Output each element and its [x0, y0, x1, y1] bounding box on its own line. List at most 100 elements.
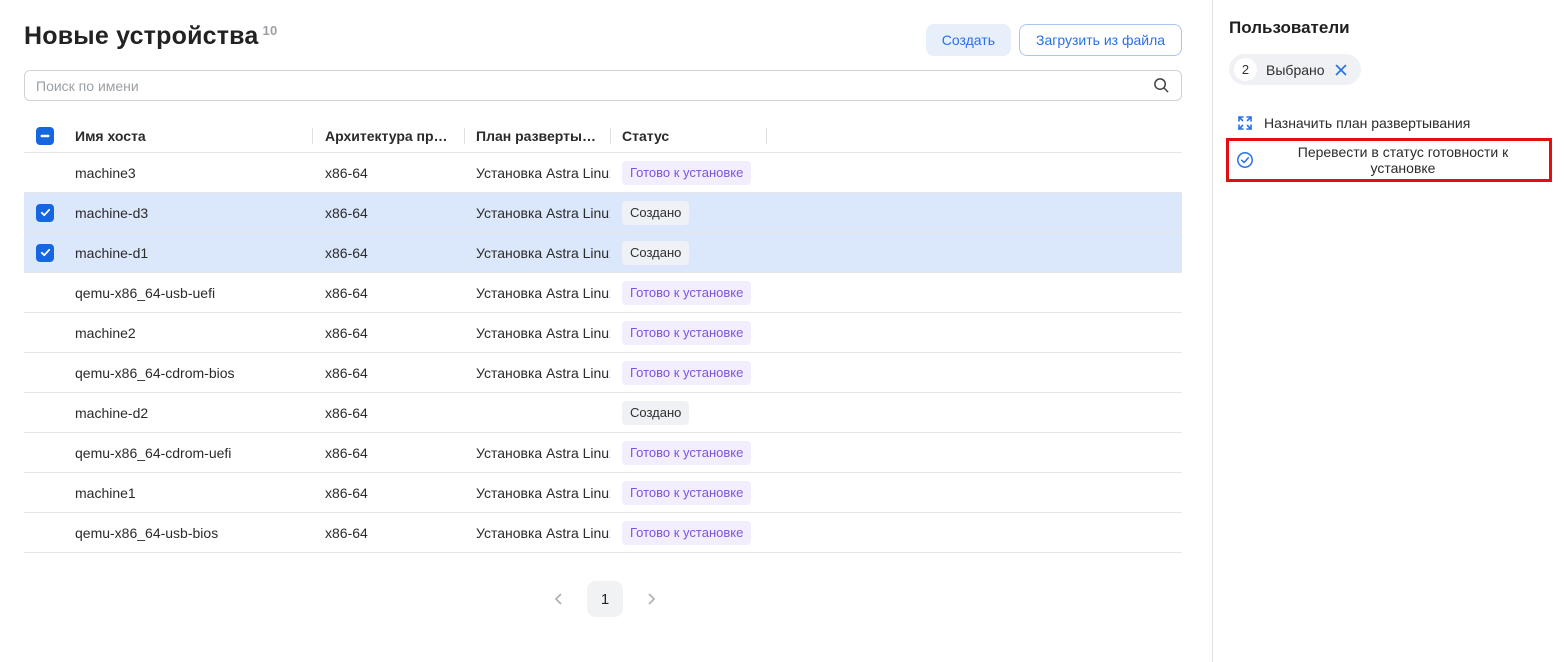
host-cell: machine1	[66, 473, 312, 512]
host-cell: machine3	[66, 153, 312, 192]
status-badge: Готово к установке	[622, 521, 751, 545]
plan-cell: Установка Astra Linux	[464, 153, 610, 192]
prev-page-button[interactable]	[547, 587, 571, 611]
close-icon	[1334, 63, 1348, 77]
plan-cell: Установка Astra Linux	[464, 313, 610, 352]
empty-cell	[766, 273, 1182, 312]
arch-cell: x86-64	[312, 393, 464, 432]
status-badge: Готово к установке	[622, 481, 751, 505]
plan-cell: Установка Astra Linux	[464, 473, 610, 512]
arch-cell: x86-64	[312, 473, 464, 512]
row-checkbox[interactable]	[24, 393, 66, 432]
search-bar	[24, 70, 1182, 101]
row-checkbox[interactable]	[24, 153, 66, 192]
devices-table: Имя хоста Архитектура пр… План разверты……	[24, 119, 1182, 553]
empty-cell	[766, 473, 1182, 512]
status-cell: Готово к установке	[610, 353, 766, 392]
status-cell: Готово к установке	[610, 433, 766, 472]
arch-cell: x86-64	[312, 273, 464, 312]
table-row[interactable]: machine-d1x86-64Установка Astra LinuxСоз…	[24, 233, 1182, 273]
chevron-right-icon	[643, 591, 659, 607]
create-button[interactable]: Создать	[926, 24, 1011, 56]
row-checkbox[interactable]	[24, 433, 66, 472]
plan-cell: Установка Astra Linux	[464, 513, 610, 552]
checkbox-checked-icon	[36, 244, 54, 262]
empty-cell	[766, 393, 1182, 432]
search-icon	[1153, 77, 1170, 94]
column-header-host[interactable]: Имя хоста	[66, 119, 312, 152]
status-cell: Готово к установке	[610, 153, 766, 192]
plan-cell	[464, 393, 610, 432]
status-cell: Создано	[610, 393, 766, 432]
action-label: Назначить план развертывания	[1264, 115, 1470, 131]
host-cell: machine2	[66, 313, 312, 352]
empty-cell	[766, 513, 1182, 552]
status-cell: Готово к установке	[610, 513, 766, 552]
bulk-actions: Назначить план развертывания Перевести в …	[1229, 110, 1552, 182]
arch-cell: x86-64	[312, 193, 464, 232]
plan-cell: Установка Astra Linux	[464, 273, 610, 312]
host-cell: qemu-x86_64-cdrom-bios	[66, 353, 312, 392]
arch-cell: x86-64	[312, 433, 464, 472]
current-page-button[interactable]: 1	[587, 581, 623, 617]
panel-title: Пользователи	[1229, 18, 1552, 38]
status-badge: Готово к установке	[622, 441, 751, 465]
plan-cell: Установка Astra Linux	[464, 433, 610, 472]
action-label: Перевести в статус готовности к установк…	[1264, 144, 1542, 176]
arch-cell: x86-64	[312, 233, 464, 272]
checkbox-indeterminate-icon	[36, 127, 54, 145]
assign-plan-icon	[1236, 114, 1254, 132]
plan-cell: Установка Astra Linux	[464, 353, 610, 392]
row-checkbox[interactable]	[24, 273, 66, 312]
check-circle-icon	[1236, 151, 1254, 169]
page-header: Новые устройства10 Создать Загрузить из …	[0, 0, 1212, 56]
row-checkbox[interactable]	[24, 473, 66, 512]
host-cell: qemu-x86_64-usb-uefi	[66, 273, 312, 312]
action-set-ready-to-install[interactable]: Перевести в статус готовности к установк…	[1226, 138, 1552, 182]
row-checkbox[interactable]	[24, 193, 66, 232]
page-title: Новые устройства10	[24, 22, 277, 51]
arch-cell: x86-64	[312, 513, 464, 552]
row-checkbox[interactable]	[24, 513, 66, 552]
column-header-empty	[766, 119, 1182, 152]
status-badge: Готово к установке	[622, 281, 751, 305]
table-row[interactable]: machine2x86-64Установка Astra LinuxГотов…	[24, 313, 1182, 353]
table-row[interactable]: machine1x86-64Установка Astra Linux Готов…	[24, 473, 1182, 513]
host-cell: qemu-x86_64-cdrom-uefi	[66, 433, 312, 472]
host-cell: machine-d3	[66, 193, 312, 232]
table-row[interactable]: machine-d3x86-64Установка Astra Linux Соз…	[24, 193, 1182, 233]
empty-cell	[766, 153, 1182, 192]
page-title-text: Новые устройства	[24, 22, 259, 50]
row-checkbox[interactable]	[24, 313, 66, 352]
arch-cell: x86-64	[312, 353, 464, 392]
status-badge: Создано	[622, 201, 689, 225]
table-row[interactable]: qemu-x86_64-usb-uefix86-64Установка Astr…	[24, 273, 1182, 313]
plan-cell: Установка Astra Linux	[464, 193, 610, 232]
pagination: 1	[24, 581, 1186, 617]
table-row[interactable]: qemu-x86_64-usb-biosx86-64Установка Astr…	[24, 513, 1182, 553]
status-badge: Готово к установке	[622, 161, 751, 185]
row-checkbox[interactable]	[24, 353, 66, 392]
plan-cell: Установка Astra Linux	[464, 233, 610, 272]
empty-cell	[766, 233, 1182, 272]
clear-selection-button[interactable]	[1334, 63, 1348, 77]
select-all-checkbox[interactable]	[24, 119, 66, 152]
table-row[interactable]: machine-d2x86-64Создано	[24, 393, 1182, 433]
column-header-status[interactable]: Статус	[610, 119, 766, 152]
status-cell: Готово к установке	[610, 273, 766, 312]
status-cell: Готово к установке	[610, 313, 766, 352]
action-assign-deployment-plan[interactable]: Назначить план развертывания	[1229, 110, 1477, 136]
arch-cell: x86-64	[312, 153, 464, 192]
host-cell: qemu-x86_64-usb-bios	[66, 513, 312, 552]
next-page-button[interactable]	[639, 587, 663, 611]
selected-count-label: Выбрано	[1266, 62, 1325, 78]
upload-from-file-button[interactable]: Загрузить из файла	[1019, 24, 1182, 56]
column-header-plan[interactable]: План разверты…	[464, 119, 610, 152]
table-row[interactable]: qemu-x86_64-cdrom-biosx86-64Установка As…	[24, 353, 1182, 393]
search-input[interactable]	[24, 70, 1182, 101]
chevron-left-icon	[551, 591, 567, 607]
table-row[interactable]: qemu-x86_64-cdrom-uefix86-64Установка As…	[24, 433, 1182, 473]
table-row[interactable]: machine3x86-64Установка Astra Linux Готов…	[24, 153, 1182, 193]
column-header-arch[interactable]: Архитектура пр…	[312, 119, 464, 152]
row-checkbox[interactable]	[24, 233, 66, 272]
